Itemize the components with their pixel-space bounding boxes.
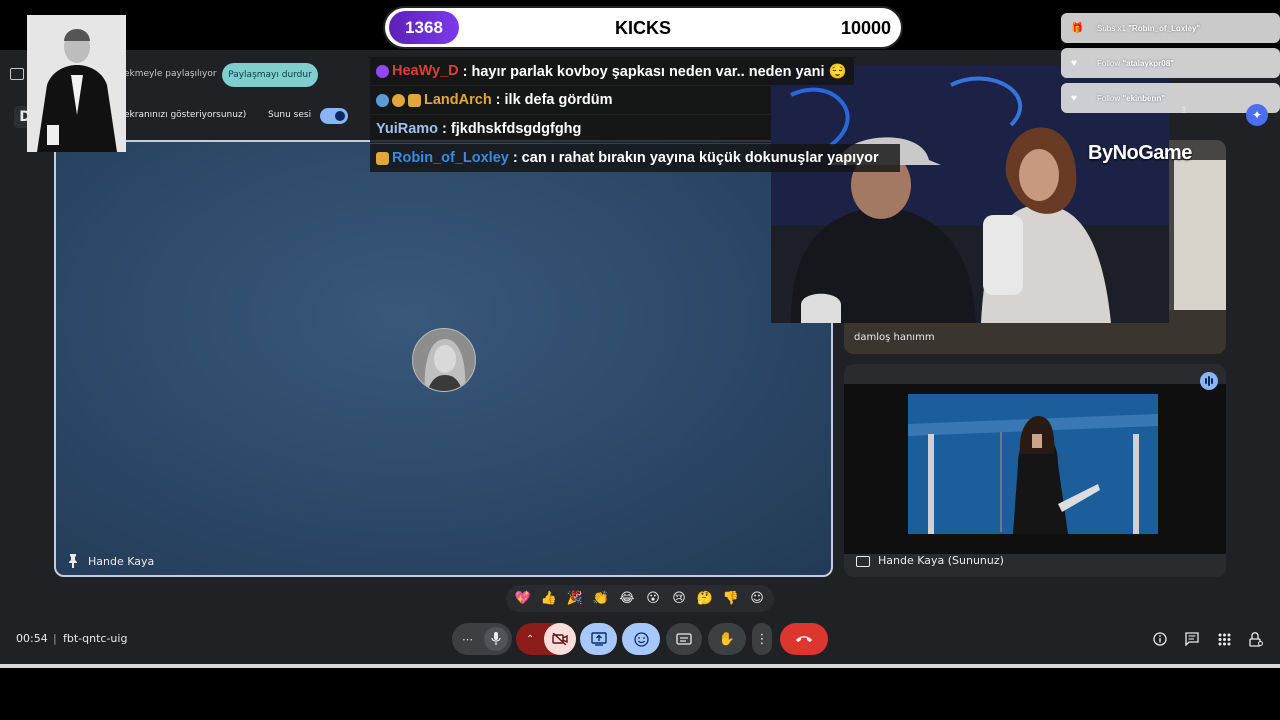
chat-username: HeaWy_D: [392, 63, 459, 79]
presenting-status-text: ekranınızı gösteriyorsunuz): [124, 110, 247, 120]
alert-user: "atalaykpr08": [1122, 58, 1174, 68]
concert-video: [908, 394, 1158, 534]
alert-prefix: Subs x1: [1097, 23, 1126, 33]
alert-prefix: Follow: [1097, 93, 1121, 103]
alert-user: "Robin_of_Loxley": [1128, 23, 1201, 33]
chat-badge-icon: [376, 64, 389, 78]
speaking-indicator-icon: [1200, 372, 1218, 390]
chat-message: YuiRamo : fjkdhskfdsgdgfghg: [370, 115, 771, 143]
crown-icon: [376, 151, 389, 165]
captions-icon: [676, 633, 692, 645]
heart-icon: ♥: [1071, 92, 1077, 104]
chat-username: LandArch: [424, 92, 492, 108]
presentation-name-label: Hande Kaya (Sununuz): [878, 554, 1004, 567]
present-button[interactable]: [580, 623, 617, 655]
mic-options-icon[interactable]: ⋯: [462, 633, 474, 646]
hand-icon: ✋: [718, 631, 736, 647]
hang-up-icon: [796, 636, 812, 642]
footer-separator: |: [53, 632, 57, 645]
main-participant-name: Hande Kaya: [88, 555, 155, 568]
kicks-goal: 10000: [840, 18, 891, 38]
damlos-name-label: damloş hanımm: [854, 332, 935, 343]
reaction-laugh[interactable]: 😂: [616, 591, 638, 606]
chat-message: HeaWy_D : hayır parlak kovboy şapkası ne…: [370, 57, 854, 85]
reactions-bar: 💖 👍 🎉 👏 😂 😮 😢 🤔 👎 ☺: [506, 585, 774, 612]
raise-hand-button[interactable]: ✋: [708, 623, 746, 655]
chat-message: LandArch : ilk defa gördüm: [370, 86, 771, 114]
chat-badge-icon: [376, 93, 389, 107]
chat-username: YuiRamo: [376, 121, 439, 137]
heart-icon: ♥: [1071, 57, 1077, 69]
presentation-audio-toggle[interactable]: [320, 108, 348, 124]
gift-icon: 🎁: [1071, 22, 1084, 34]
main-participant-tile[interactable]: Hande Kaya: [54, 140, 833, 577]
stream-alert: ♥ Follow "atalaykpr08": [1061, 48, 1280, 78]
presentation-tile[interactable]: Hande Kaya (Sununuz): [844, 364, 1226, 577]
gemini-icon[interactable]: ✦: [1246, 104, 1268, 126]
portrait-image: [27, 15, 126, 152]
reaction-clap[interactable]: 👏: [590, 591, 612, 606]
stage: ekmeyle paylaşılıyor Paylaşmayı durdur D…: [0, 0, 1280, 720]
youtube-screen: [844, 384, 1226, 554]
meeting-time: 00:54: [16, 632, 48, 645]
participant-count: 3: [1181, 106, 1187, 115]
chat-text: : can ı rahat bırakın yayına küçük dokun…: [512, 150, 879, 166]
activities-icon[interactable]: [1216, 631, 1232, 647]
stop-sharing-button[interactable]: Paylaşmayı durdur: [222, 63, 318, 87]
presentation-audio-label: Sunu sesi: [268, 110, 312, 120]
taskbar-strip: [0, 664, 1280, 668]
reaction-thinking[interactable]: 🤔: [694, 591, 716, 606]
presentation-icon: [856, 556, 870, 567]
host-controls-icon[interactable]: [1248, 631, 1264, 647]
more-vertical-icon: ⋮: [755, 631, 769, 647]
camera-group: ⌃: [516, 623, 576, 655]
emoji-button[interactable]: [622, 623, 660, 655]
chat-text: : hayır parlak kovboy şapkası neden var.…: [462, 63, 847, 80]
info-icon[interactable]: [1152, 631, 1168, 647]
screen-share-icon: [10, 68, 24, 80]
reaction-surprised[interactable]: 😮: [642, 591, 664, 606]
captions-button[interactable]: [666, 623, 702, 655]
end-call-button[interactable]: [780, 623, 828, 655]
participant-avatar: [412, 328, 476, 392]
chat-message: Robin_of_Loxley : can ı rahat bırakın ya…: [370, 144, 900, 172]
reaction-more[interactable]: ☺: [746, 591, 768, 606]
chat-badge-icon: [392, 93, 405, 107]
stream-alert: 🎁 Subs x1 "Robin_of_Loxley": [1061, 13, 1280, 43]
alert-prefix: Follow: [1097, 58, 1121, 68]
reaction-party[interactable]: 🎉: [564, 591, 586, 606]
kicks-title: KICKS: [614, 18, 671, 38]
sharing-status-text: ekmeyle paylaşılıyor: [124, 69, 217, 79]
camera-off-icon[interactable]: [544, 623, 576, 655]
reaction-sad[interactable]: 😢: [668, 591, 690, 606]
reaction-thumbs-up[interactable]: 👍: [538, 591, 560, 606]
chevron-up-icon[interactable]: ⌃: [526, 634, 534, 645]
alert-user: "ekinbenn": [1122, 93, 1166, 103]
bynogame-logo: ByNoGame: [1088, 142, 1192, 164]
present-screen-icon: [590, 632, 607, 646]
more-options-button[interactable]: ⋮: [752, 623, 772, 655]
reaction-heart[interactable]: 💖: [512, 591, 534, 606]
kicks-goal-bar: 1368 KICKS 10000: [383, 6, 903, 49]
meeting-code: fbt-qntc-uig: [63, 632, 128, 645]
chat-text: : ilk defa gördüm: [495, 92, 613, 108]
reaction-thumbs-down[interactable]: 👎: [720, 591, 742, 606]
chat-icon[interactable]: [1184, 631, 1200, 647]
crown-icon: [408, 93, 421, 107]
chat-username: Robin_of_Loxley: [392, 150, 509, 166]
pin-icon[interactable]: [68, 554, 78, 568]
mic-icon[interactable]: [484, 627, 508, 651]
chat-text: : fjkdhskfdsgdgfghg: [442, 121, 582, 137]
mic-group: ⋯: [452, 623, 512, 655]
emoji-icon: [633, 631, 649, 647]
